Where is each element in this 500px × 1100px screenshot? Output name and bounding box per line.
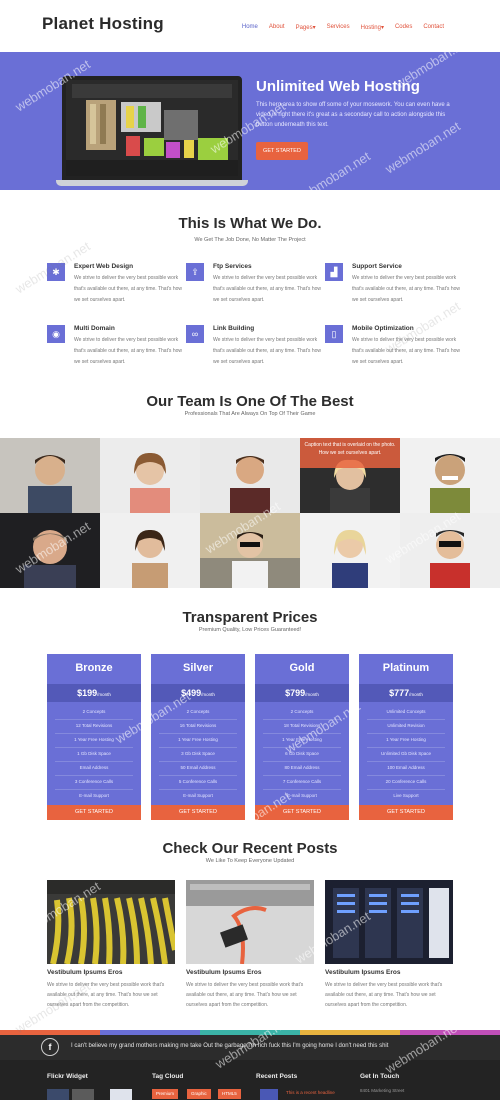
plan-get-started-button[interactable]: GET STARTED (359, 805, 453, 820)
tag-html5[interactable]: HTML5 (218, 1089, 241, 1099)
pricing-plan: Bronze $199/month 2 Concepts 12 Total Re… (47, 654, 141, 820)
post-image[interactable] (47, 880, 175, 964)
post-image[interactable] (186, 880, 314, 964)
nav-contact[interactable]: Contact (423, 24, 444, 31)
service-item: ▯ Mobile Optimization We strive to deliv… (325, 325, 460, 373)
nav-about[interactable]: About (269, 24, 285, 31)
team-member-photo[interactable] (0, 513, 100, 588)
flickr-thumb[interactable] (72, 1089, 94, 1100)
pricing-plan: Gold $799/month 2 Concepts 18 Total Revi… (255, 654, 349, 820)
main-nav: Home About Pages▾ Services Hosting▾ Code… (242, 24, 444, 31)
footer-tweet-bar: f I can't believe my grand mothers makin… (0, 1035, 500, 1060)
facebook-icon[interactable]: f (41, 1038, 59, 1056)
posts-title: Check Our Recent Posts (162, 840, 338, 857)
blog-post: Vestibulum Ipsums Eros We strive to deli… (186, 880, 314, 1012)
blog-post: Vestibulum Ipsums Eros We strive to deli… (47, 880, 175, 1012)
team-member-photo[interactable] (0, 438, 100, 513)
team-title: Our Team Is One Of The Best (146, 393, 354, 410)
hero-title: Unlimited Web Hosting (256, 78, 420, 95)
team-overlay-text: Caption text that is overlaid on the pho… (300, 438, 400, 468)
services-subtitle: We Get The Job Done, No Matter The Proje… (194, 237, 306, 243)
team-member-photo[interactable] (100, 438, 200, 513)
footer-tags-title: Tag Cloud (152, 1073, 184, 1080)
tag-graphic[interactable]: Graphic (187, 1089, 211, 1099)
service-item: ⇪ Ftp Services We strive to deliver the … (186, 263, 321, 311)
gear-icon: ✱ (47, 263, 65, 281)
nav-services[interactable]: Services (327, 24, 350, 31)
team-subtitle: Professionals That Are Always On Top Of … (184, 411, 316, 417)
flickr-thumb[interactable] (47, 1089, 69, 1100)
plan-get-started-button[interactable]: GET STARTED (151, 805, 245, 820)
upload-icon: ⇪ (186, 263, 204, 281)
team-member-photo[interactable] (400, 438, 500, 513)
team-grid: Caption text that is overlaid on the pho… (0, 438, 500, 588)
hero-text: This hero area to show off some of your … (256, 102, 450, 128)
plan-get-started-button[interactable]: GET STARTED (255, 805, 349, 820)
team-member-photo[interactable] (400, 513, 500, 588)
tweet-text: I can't believe my grand mothers making … (71, 1043, 389, 1049)
footer-contact-title: Get In Touch (360, 1073, 400, 1080)
pricing-title: Transparent Prices (182, 609, 318, 626)
recent-post-link[interactable]: This is a recent headline (286, 1090, 335, 1095)
contact-address: 8401 Marketing Street (360, 1088, 405, 1093)
link-icon: ∞ (186, 325, 204, 343)
footer-recent-title: Recent Posts (256, 1073, 298, 1080)
recent-post-thumb[interactable] (260, 1089, 278, 1100)
team-member-photo[interactable]: Caption text that is overlaid on the pho… (300, 438, 400, 513)
nav-codes[interactable]: Codes (395, 24, 412, 31)
globe-icon: ◉ (47, 325, 65, 343)
services-title: This Is What We Do. (178, 215, 322, 232)
site-logo[interactable]: Planet Hosting (42, 14, 164, 34)
get-started-button[interactable]: GET STARTED (256, 142, 308, 160)
nav-pages[interactable]: Pages▾ (296, 24, 316, 31)
tag-premium[interactable]: Premium (152, 1089, 179, 1099)
service-item: ▟ Support Service We strive to deliver t… (325, 263, 460, 311)
team-member-photo[interactable] (100, 513, 200, 588)
team-member-photo[interactable] (200, 438, 300, 513)
blog-post: Vestibulum Ipsums Eros We strive to deli… (325, 880, 453, 1012)
laptop-image (56, 76, 248, 188)
chevron-down-icon: ▾ (312, 25, 316, 31)
plan-get-started-button[interactable]: GET STARTED (47, 805, 141, 820)
nav-hosting[interactable]: Hosting▾ (361, 24, 384, 31)
hero-section: Unlimited Web Hosting This hero area to … (0, 52, 500, 190)
pricing-plan: Silver $499/month 2 Concepts 16 Total Re… (151, 654, 245, 820)
service-item: ◉ Multi Domain We strive to deliver the … (47, 325, 182, 373)
service-item: ✱ Expert Web Design We strive to deliver… (47, 263, 182, 311)
pricing-plan: Platinum $777/month Unlimited Concepts U… (359, 654, 453, 820)
chevron-down-icon: ▾ (380, 25, 384, 31)
team-member-photo[interactable] (200, 513, 300, 588)
post-image[interactable] (325, 880, 453, 964)
pricing-subtitle: Premium Quality, Low Prices Guaranteed! (198, 627, 302, 633)
signal-icon: ▟ (325, 263, 343, 281)
flickr-thumb[interactable] (110, 1089, 132, 1100)
service-item: ∞ Link Building We strive to deliver the… (186, 325, 321, 373)
nav-home[interactable]: Home (242, 24, 258, 31)
posts-subtitle: We Like To Keep Everyone Updated (205, 858, 295, 864)
footer-flickr-title: Flickr Widget (47, 1073, 88, 1080)
mobile-icon: ▯ (325, 325, 343, 343)
team-member-photo[interactable] (300, 513, 400, 588)
site-header: Planet Hosting Home About Pages▾ Service… (0, 0, 500, 52)
site-footer: Flickr Widget Tag Cloud Premium Graphic … (0, 1060, 500, 1100)
